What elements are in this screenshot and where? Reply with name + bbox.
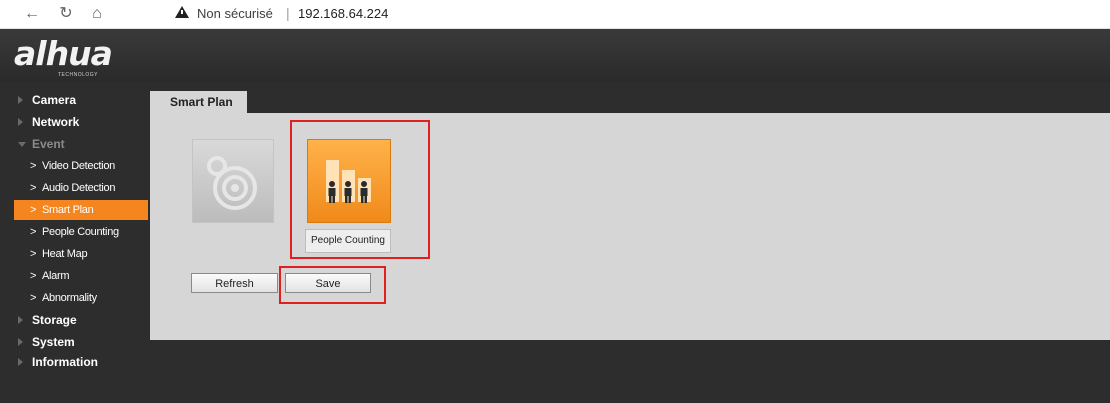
sidebar-item-network[interactable]: Network	[0, 112, 148, 132]
sidebar-item-camera[interactable]: Camera	[0, 90, 148, 110]
sidebar-item-label: Information	[32, 355, 98, 369]
smart-plan-tile-disabled[interactable]	[192, 139, 274, 223]
chevron-right-icon: >	[30, 270, 37, 282]
sidebar-item-label: People Counting	[42, 226, 119, 238]
chevron-right-icon: >	[30, 292, 37, 304]
chevron-right-icon: >	[30, 204, 37, 216]
app-header	[0, 29, 1110, 82]
sidebar-item-label: Smart Plan	[42, 204, 94, 216]
reload-icon[interactable]: ↻	[56, 4, 76, 24]
highlight-box	[290, 120, 430, 259]
collapsed-arrow-icon	[18, 96, 23, 104]
collapsed-arrow-icon	[18, 316, 23, 324]
brand-logo: alhua	[14, 34, 113, 73]
sidebar-item-people-counting[interactable]: > People Counting	[0, 222, 148, 242]
sidebar-item-storage[interactable]: Storage	[0, 310, 148, 330]
warning-icon	[175, 6, 189, 18]
sidebar-item-label: Camera	[32, 93, 77, 107]
sidebar-item-alarm[interactable]: > Alarm	[0, 266, 148, 286]
expanded-arrow-icon	[18, 142, 26, 147]
sidebar-item-label: Video Detection	[42, 160, 115, 172]
sidebar-item-label: Network	[32, 115, 80, 129]
tab-smart-plan[interactable]: Smart Plan	[150, 91, 247, 113]
back-arrow-icon[interactable]: ←	[22, 4, 42, 24]
security-status[interactable]: Non sécurisé	[197, 6, 273, 21]
address-separator: |	[286, 5, 290, 21]
chevron-right-icon: >	[30, 248, 37, 260]
sidebar-item-label: Audio Detection	[42, 182, 116, 194]
sidebar-item-label: Heat Map	[42, 248, 88, 260]
sidebar-item-label: Abnormality	[42, 292, 97, 304]
chevron-right-icon: >	[30, 226, 37, 238]
browser-toolbar: ← ↻ ⌂ Non sécurisé | 192.168.64.224	[0, 0, 1110, 29]
home-icon[interactable]: ⌂	[87, 4, 107, 24]
sidebar-item-label: Event	[32, 137, 65, 151]
sidebar-item-audio-detection[interactable]: > Audio Detection	[0, 178, 148, 198]
sidebar-item-label: Alarm	[42, 270, 70, 282]
sidebar-item-information[interactable]: Information	[0, 352, 148, 372]
collapsed-arrow-icon	[18, 358, 23, 366]
chevron-right-icon: >	[30, 182, 37, 194]
sidebar-item-smart-plan[interactable]: > Smart Plan	[14, 200, 148, 220]
camera-lens-icon	[207, 156, 257, 210]
collapsed-arrow-icon	[18, 338, 23, 346]
chevron-right-icon: >	[30, 160, 37, 172]
url-text[interactable]: 192.168.64.224	[298, 6, 388, 21]
sidebar-item-heat-map[interactable]: > Heat Map	[0, 244, 148, 264]
highlight-box	[279, 266, 386, 304]
sidebar-item-label: System	[32, 335, 75, 349]
brand-logo-subtext: TECHNOLOGY	[58, 72, 99, 78]
sidebar-item-system[interactable]: System	[0, 332, 148, 352]
refresh-button[interactable]: Refresh	[191, 273, 278, 293]
sidebar-item-label: Storage	[32, 313, 77, 327]
sidebar-item-event[interactable]: Event	[0, 134, 148, 154]
sidebar-item-video-detection[interactable]: > Video Detection	[0, 156, 148, 176]
collapsed-arrow-icon	[18, 118, 23, 126]
sidebar-item-abnormality[interactable]: > Abnormality	[0, 288, 148, 308]
